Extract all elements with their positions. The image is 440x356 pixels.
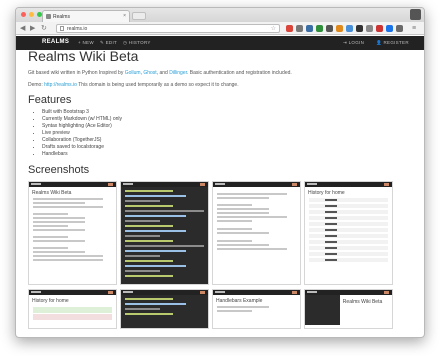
browser-tab[interactable]: Realms ×: [42, 10, 130, 22]
description-suffix: . Basic authentication and registration …: [187, 70, 292, 76]
screenshot-history-table[interactable]: History for home: [304, 181, 393, 285]
page-title: Realms Wiki Beta: [28, 48, 139, 64]
demo-suffix: This domain is being used temporarily as…: [76, 82, 239, 88]
forward-button[interactable]: ▶: [30, 24, 35, 33]
extension-icon-2[interactable]: [296, 25, 303, 32]
screenshot-home[interactable]: Realms Wiki Beta: [28, 181, 117, 285]
nav-new[interactable]: + NEW: [78, 40, 94, 45]
demo-link[interactable]: http://realms.io: [44, 82, 77, 88]
extension-icon-6[interactable]: [336, 25, 343, 32]
screenshot-history-diff[interactable]: History for home: [28, 289, 117, 329]
back-button[interactable]: ◀: [20, 24, 25, 33]
thumb-home-title: Realms Wiki Beta: [32, 190, 72, 196]
extension-icon-4[interactable]: [316, 25, 323, 32]
feature-item: Handlebars: [42, 151, 388, 158]
page-description: Git based wiki written in Python Inspire…: [28, 70, 292, 76]
demo-prefix: Demo:: [28, 82, 45, 88]
feature-item: Collaboration (TogetherJS): [42, 137, 388, 144]
extension-icon-7[interactable]: [346, 25, 353, 32]
features-heading: Features: [28, 94, 72, 106]
screenshot-editor-2[interactable]: [120, 289, 209, 329]
site-brand[interactable]: REALMS: [42, 39, 69, 45]
tab-title: Realms: [53, 14, 70, 20]
page-icon: [60, 26, 64, 31]
screenshot-handlebars[interactable]: Handlebars Example: [212, 289, 301, 329]
extension-icon-11[interactable]: [386, 25, 393, 32]
extension-icon-5[interactable]: [326, 25, 333, 32]
nav-history[interactable]: ◷ HISTORY: [123, 40, 151, 46]
nav-login-label: LOGIN: [348, 40, 365, 45]
screenshot-preview[interactable]: [212, 181, 301, 285]
feature-item: Built with Bootstrap 3: [42, 109, 388, 116]
nav-register-label: REGISTER: [383, 40, 409, 45]
extension-icon-10[interactable]: [376, 25, 383, 32]
extension-icon-1[interactable]: [286, 25, 293, 32]
screenshots-heading: Screenshots: [28, 164, 90, 176]
address-bar[interactable]: realms.io ☆: [56, 24, 280, 33]
tab-strip: Realms ×: [16, 8, 424, 22]
feature-item: Syntax highlighting (Ace Editor): [42, 123, 388, 130]
description-prefix: Git based wiki written in Python Inspire…: [28, 70, 125, 76]
browser-window: Realms × ◀ ▶ ↻ realms.io ☆ ≡ REALMS + NE…: [15, 7, 425, 338]
thumb-history-title-2: History for home: [32, 298, 69, 304]
extension-icon-12[interactable]: [396, 25, 403, 32]
features-list: Built with Bootstrap 3 Currently Markdow…: [28, 109, 388, 158]
ghost-link[interactable]: Ghost: [143, 70, 156, 76]
thumb-history-title: History for home: [308, 190, 345, 196]
feature-item: Currently Markdown (w/ HTML) only: [42, 116, 388, 123]
profile-avatar[interactable]: [410, 9, 421, 20]
extension-icon-9[interactable]: [366, 25, 373, 32]
thumb-home-title-2: Realms Wiki Beta: [342, 299, 383, 305]
nav-history-label: HISTORY: [128, 40, 151, 45]
gollum-link[interactable]: Gollum: [125, 70, 141, 76]
nav-edit[interactable]: ✎ EDIT: [100, 40, 117, 46]
nav-new-label: NEW: [82, 40, 94, 45]
screenshots-grid: Realms Wiki Beta History for home Histor…: [28, 181, 393, 329]
screenshot-editor[interactable]: [120, 181, 209, 285]
screenshot-split[interactable]: Realms Wiki Beta: [304, 289, 393, 329]
dillinger-link[interactable]: Dillinger: [169, 70, 187, 76]
reload-button[interactable]: ↻: [41, 24, 47, 33]
feature-item: Drafts saved to localstorage: [42, 144, 388, 151]
bookmark-star-icon[interactable]: ☆: [271, 25, 276, 32]
extension-icon-8[interactable]: [356, 25, 363, 32]
new-tab-button[interactable]: [132, 12, 146, 20]
window-controls: [21, 12, 42, 17]
url-text: realms.io: [67, 26, 88, 32]
thumb-handlebars-title: Handlebars Example: [216, 298, 263, 304]
feature-item: Live preview: [42, 130, 388, 137]
browser-toolbar: ◀ ▶ ↻ realms.io ☆ ≡: [16, 22, 424, 35]
minimize-window-button[interactable]: [29, 12, 34, 17]
tab-close-icon[interactable]: ×: [123, 13, 126, 19]
nav-edit-label: EDIT: [105, 40, 118, 45]
favicon-icon: [46, 14, 51, 19]
nav-register[interactable]: 👤 REGISTER: [376, 40, 409, 46]
extension-icon-3[interactable]: [306, 25, 313, 32]
close-window-button[interactable]: [21, 12, 26, 17]
demo-line: Demo: http://realms.io This domain is be…: [28, 82, 388, 88]
browser-menu-icon[interactable]: ≡: [412, 24, 416, 33]
page-content: Realms Wiki Beta Git based wiki written …: [28, 48, 388, 177]
nav-login[interactable]: ⇥ LOGIN: [343, 40, 364, 46]
